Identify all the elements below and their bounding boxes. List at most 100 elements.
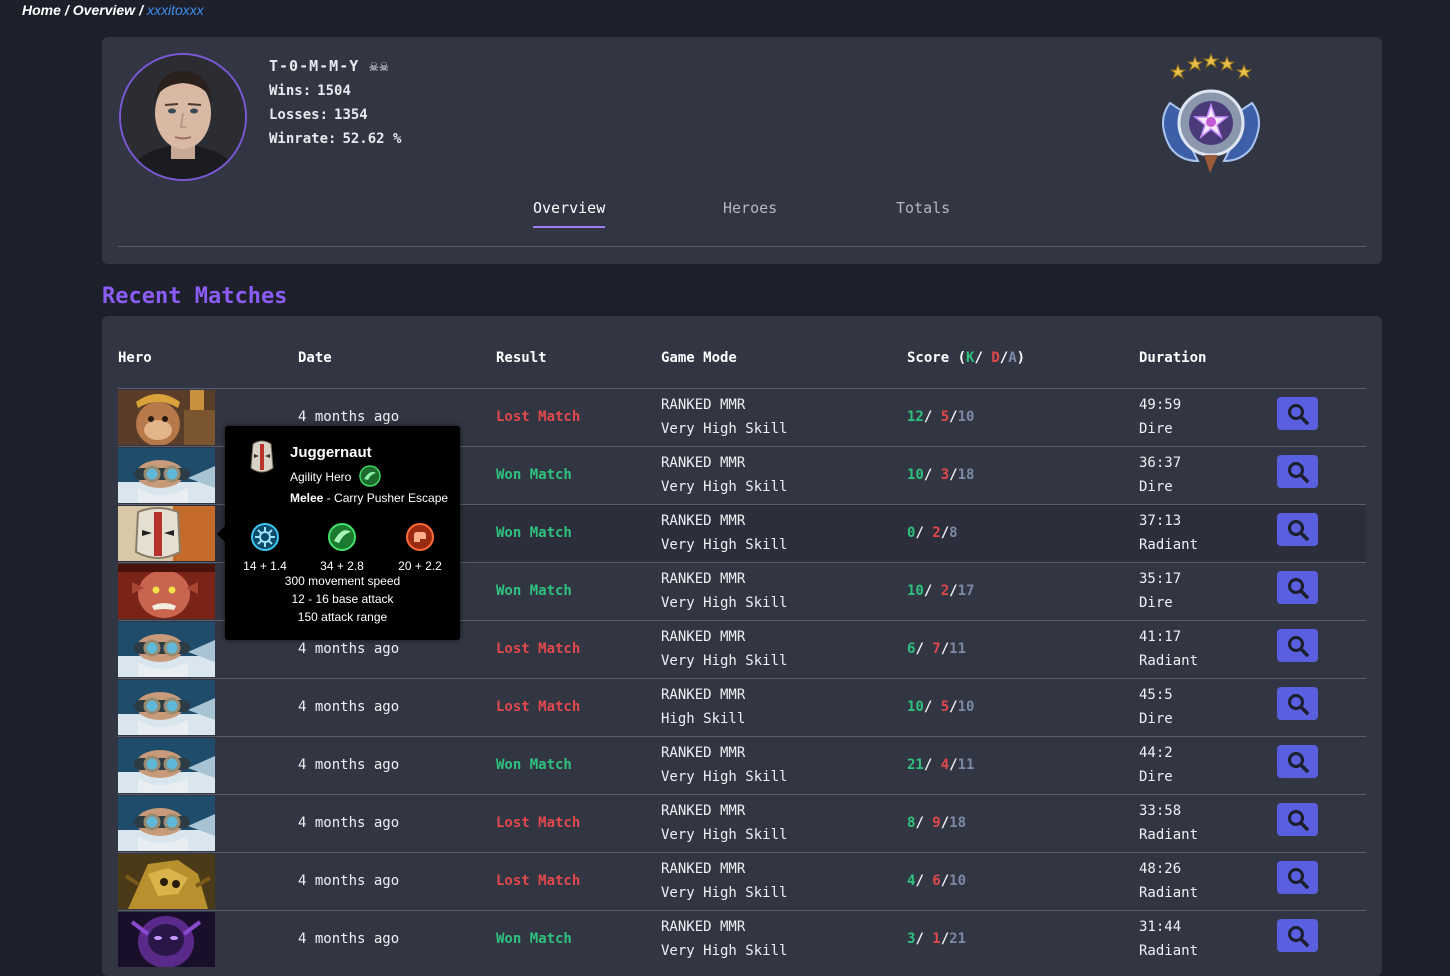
breadcrumb-overview[interactable]: Overview: [73, 2, 135, 18]
match-duration: 36:37: [1139, 455, 1182, 471]
techies-hero-portrait[interactable]: [118, 448, 215, 503]
tab-overview[interactable]: Overview: [533, 199, 606, 228]
search-icon: [1287, 461, 1309, 483]
score-header-prefix: Score (: [907, 350, 967, 366]
breadcrumb: Home / Overview / xxxitoxxx: [22, 2, 204, 18]
deaths: 2: [932, 525, 941, 541]
kills: 10: [907, 699, 924, 715]
assists: 10: [957, 699, 975, 715]
match-details-button[interactable]: [1277, 513, 1318, 546]
match-score: 3/ 1/21: [907, 931, 966, 947]
match-details-button[interactable]: [1277, 687, 1318, 720]
tooltip-agility: 34 + 2.8: [307, 522, 377, 573]
monkey-king-hero-portrait[interactable]: [118, 390, 215, 445]
match-result: Won Match: [496, 583, 572, 599]
techies-hero-portrait[interactable]: [118, 738, 215, 793]
table-row[interactable]: 4 months ago Lost Match RANKED MMR Very …: [118, 852, 1366, 910]
match-result: Won Match: [496, 525, 572, 541]
hero-tooltip: Juggernaut Agility Hero Melee - Carry Pu…: [217, 426, 460, 640]
kills: 12: [907, 409, 924, 425]
deaths: 9: [932, 815, 941, 831]
breadcrumb-separator: /: [64, 2, 69, 18]
deaths: 6: [932, 873, 941, 889]
bloodseeker-hero-portrait[interactable]: [118, 564, 215, 619]
tab-totals[interactable]: Totals: [896, 199, 950, 226]
match-duration: 41:17: [1139, 629, 1182, 645]
game-mode: RANKED MMR: [661, 919, 746, 935]
techies-hero-portrait[interactable]: [118, 680, 215, 735]
agility-value: 34 + 2.8: [320, 559, 364, 573]
score-slash: /: [923, 757, 941, 773]
agility-attribute-icon: [328, 523, 356, 551]
match-side: Dire: [1139, 421, 1173, 437]
match-score: 21/ 4/11: [907, 757, 974, 773]
kills: 10: [907, 467, 924, 483]
kills: 10: [907, 583, 924, 599]
match-details-button[interactable]: [1277, 397, 1318, 430]
match-date: 4 months ago: [298, 931, 400, 947]
profile-tabs: Overview Heroes Totals: [102, 199, 1382, 239]
player-name: T-0-M-M-Y ☠☠: [269, 57, 390, 75]
match-side: Dire: [1139, 595, 1173, 611]
match-date: 4 months ago: [298, 873, 400, 889]
wins-stat: Wins: 1504: [269, 83, 351, 99]
match-side: Radiant: [1139, 885, 1199, 901]
table-row[interactable]: 4 months ago Lost Match RANKED MMR High …: [118, 678, 1366, 736]
game-mode: RANKED MMR: [661, 513, 746, 529]
score-slash: /: [949, 583, 958, 599]
tooltip-hero-name: Juggernaut: [290, 444, 372, 461]
match-score: 4/ 6/10: [907, 873, 966, 889]
table-row[interactable]: 4 months ago Won Match RANKED MMR Very H…: [118, 910, 1366, 968]
search-icon: [1287, 577, 1309, 599]
recent-matches-table: Hero Date Result Game Mode Score (K/ D/A…: [102, 316, 1382, 976]
match-details-button[interactable]: [1277, 803, 1318, 836]
profile-card: T-0-M-M-Y ☠☠ Wins: 1504 Losses: 1354 Winra…: [102, 37, 1382, 264]
avatar-portrait: [121, 55, 245, 179]
winrate-label: Winrate:: [269, 131, 337, 147]
match-details-button[interactable]: [1277, 745, 1318, 778]
juggernaut-hero-portrait[interactable]: [118, 506, 215, 561]
match-duration: 48:26: [1139, 861, 1182, 877]
game-mode: RANKED MMR: [661, 745, 746, 761]
techies-hero-portrait[interactable]: [118, 622, 215, 677]
winrate-stat: Winrate: 52.62 %: [269, 131, 401, 147]
skill-bracket: Very High Skill: [661, 769, 788, 785]
wins-value: 1504: [317, 83, 351, 99]
skill-bracket: Very High Skill: [661, 885, 788, 901]
match-details-button[interactable]: [1277, 455, 1318, 488]
assists: 11: [957, 757, 975, 773]
search-icon: [1287, 693, 1309, 715]
deaths: 5: [940, 699, 950, 715]
deaths: 2: [940, 583, 950, 599]
match-date: 4 months ago: [298, 757, 400, 773]
match-details-button[interactable]: [1277, 571, 1318, 604]
tab-heroes[interactable]: Heroes: [723, 199, 777, 226]
faceless-void-hero-portrait[interactable]: [118, 912, 215, 967]
search-icon: [1287, 403, 1309, 425]
match-date: 4 months ago: [298, 409, 400, 425]
tooltip-hero-type: Agility Hero: [290, 470, 352, 484]
breadcrumb-home[interactable]: Home: [22, 2, 61, 18]
match-side: Radiant: [1139, 653, 1199, 669]
score-header-slash: /: [974, 350, 992, 366]
table-row[interactable]: 4 months ago Lost Match RANKED MMR Very …: [118, 794, 1366, 852]
match-date: 4 months ago: [298, 641, 400, 657]
techies-hero-portrait[interactable]: [118, 796, 215, 851]
score-header-slash: /: [999, 350, 1009, 366]
score-slash: /: [915, 931, 933, 947]
tooltip-strength: 20 + 2.2: [385, 522, 455, 573]
match-details-button[interactable]: [1277, 861, 1318, 894]
match-details-button[interactable]: [1277, 919, 1318, 952]
sand-king-hero-portrait[interactable]: [118, 854, 215, 909]
score-slash: /: [923, 467, 941, 483]
match-duration: 33:58: [1139, 803, 1182, 819]
score-slash: /: [923, 409, 941, 425]
search-icon: [1287, 519, 1309, 541]
kills: 21: [907, 757, 924, 773]
match-side: Dire: [1139, 479, 1173, 495]
game-mode: RANKED MMR: [661, 803, 746, 819]
match-details-button[interactable]: [1277, 629, 1318, 662]
column-header-result: Result: [496, 350, 547, 366]
table-row[interactable]: 4 months ago Won Match RANKED MMR Very H…: [118, 736, 1366, 794]
match-side: Radiant: [1139, 537, 1199, 553]
